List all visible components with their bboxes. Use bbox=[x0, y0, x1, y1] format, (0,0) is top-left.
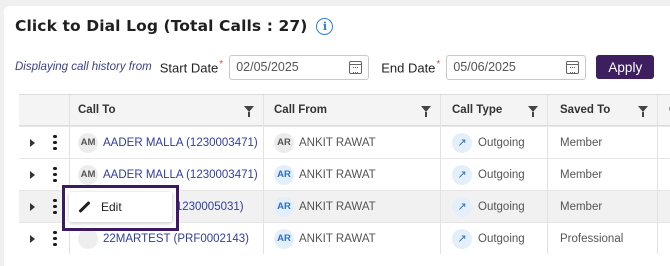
row-menu-icon[interactable] bbox=[50, 159, 60, 190]
header: Click to Dial Log (Total Calls : 27) i bbox=[15, 14, 334, 38]
outgoing-call-icon: ↗ bbox=[452, 196, 472, 217]
saved-to: Member bbox=[560, 168, 603, 181]
call-to-link[interactable]: AADER MALLA (1230003471) bbox=[103, 137, 258, 149]
column-header-call-from[interactable]: Call From bbox=[263, 95, 440, 125]
avatar: AM bbox=[78, 164, 98, 185]
page-title: Click to Dial Log (Total Calls : 27) bbox=[15, 17, 308, 35]
edit-label: Edit bbox=[101, 200, 122, 214]
info-icon[interactable]: i bbox=[316, 17, 334, 35]
column-header-call-type[interactable]: Call Type bbox=[440, 95, 547, 125]
avatar bbox=[78, 228, 98, 249]
outgoing-call-icon: ↗ bbox=[452, 164, 472, 185]
apply-button[interactable]: Apply bbox=[596, 55, 655, 79]
avatar: AM bbox=[78, 132, 98, 153]
row-menu-icon[interactable] bbox=[50, 223, 60, 254]
call-from: ANKIT RAWAT bbox=[299, 136, 376, 149]
call-type: Outgoing bbox=[478, 168, 525, 181]
filter-icon[interactable] bbox=[528, 106, 538, 117]
call-type: Outgoing bbox=[478, 200, 525, 213]
end-date-label: End Date* bbox=[381, 58, 441, 76]
filter-icon[interactable] bbox=[638, 106, 648, 117]
row-menu-icon[interactable] bbox=[50, 191, 60, 222]
column-header-saved-to[interactable]: Saved To bbox=[547, 95, 657, 125]
avatar: AR bbox=[274, 164, 294, 185]
end-date-value: 05/06/2025 bbox=[453, 60, 516, 74]
saved-to: Member bbox=[560, 200, 603, 213]
calendar-icon[interactable] bbox=[349, 60, 363, 74]
call-type: Outgoing bbox=[478, 136, 525, 149]
start-date-value: 02/05/2025 bbox=[236, 60, 299, 74]
expand-row-icon[interactable] bbox=[25, 223, 39, 254]
required-mark: * bbox=[219, 58, 224, 70]
edit-menu-item[interactable]: Edit bbox=[69, 192, 172, 222]
filter-icon[interactable] bbox=[244, 106, 254, 117]
end-date-input[interactable]: 05/06/2025 bbox=[446, 54, 587, 80]
date-filter-bar: Displaying call history from Start Date*… bbox=[15, 54, 655, 80]
row-context-menu: Edit bbox=[62, 185, 179, 231]
call-to-link[interactable]: (1230005031) bbox=[172, 201, 244, 213]
calendar-icon[interactable] bbox=[566, 60, 580, 74]
avatar: AR bbox=[274, 228, 294, 249]
start-date-input[interactable]: 02/05/2025 bbox=[229, 54, 370, 80]
expand-row-icon[interactable] bbox=[25, 191, 39, 222]
column-header-call-to[interactable]: Call To bbox=[69, 95, 263, 125]
call-to-link[interactable]: 22MARTEST (PRF0002143) bbox=[103, 233, 249, 245]
column-header-extra[interactable]: C bbox=[657, 95, 670, 125]
filter-icon[interactable] bbox=[421, 106, 431, 117]
call-type: Outgoing bbox=[478, 232, 525, 245]
saved-to: Member bbox=[560, 136, 603, 149]
call-from: ANKIT RAWAT bbox=[299, 232, 376, 245]
avatar: AR bbox=[274, 196, 294, 217]
outgoing-call-icon: ↗ bbox=[452, 132, 472, 153]
expand-row-icon[interactable] bbox=[25, 159, 39, 190]
outgoing-call-icon: ↗ bbox=[452, 228, 472, 249]
expand-row-icon[interactable] bbox=[25, 127, 39, 158]
pencil-icon bbox=[78, 201, 91, 214]
avatar: AR bbox=[274, 132, 294, 153]
call-from: ANKIT RAWAT bbox=[299, 168, 376, 181]
row-menu-icon[interactable] bbox=[50, 127, 60, 158]
saved-to: Professional bbox=[560, 232, 624, 245]
filter-hint: Displaying call history from bbox=[15, 61, 152, 73]
required-mark: * bbox=[436, 58, 441, 70]
table-row[interactable]: AM AADER MALLA (1230003471) AR ANKIT RAWAT… bbox=[19, 126, 670, 158]
call-from: ANKIT RAWAT bbox=[299, 200, 376, 213]
table-header: Call To Call From Call Type Saved To C bbox=[19, 94, 670, 126]
call-to-link[interactable]: AADER MALLA (1230003471) bbox=[103, 169, 258, 181]
start-date-label: Start Date* bbox=[159, 58, 224, 76]
